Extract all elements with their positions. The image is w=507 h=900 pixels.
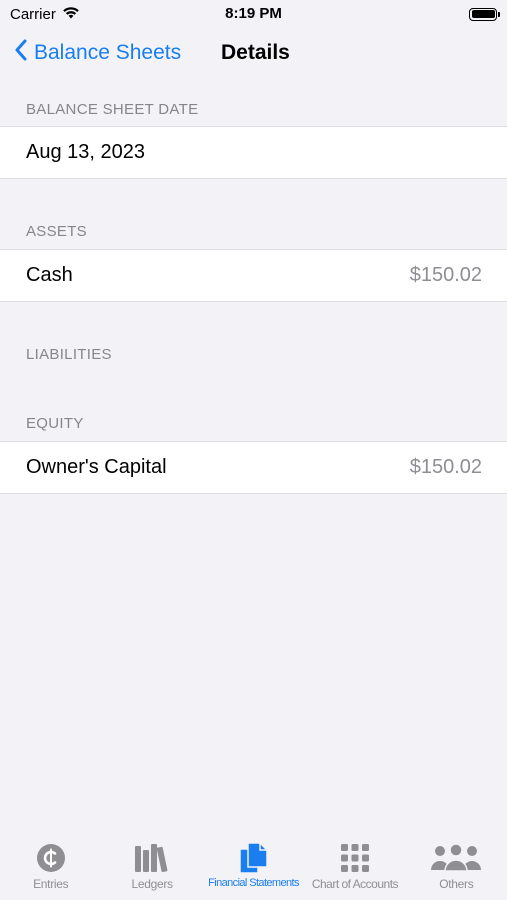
page-title: Details — [221, 41, 290, 64]
tab-label: Entries — [33, 877, 69, 891]
asset-amount: $150.02 — [409, 264, 482, 286]
tab-label: Others — [439, 877, 474, 891]
cent-circle-icon — [36, 841, 66, 875]
section-header-date: BALANCE SHEET DATE — [26, 101, 199, 118]
books-icon — [134, 841, 170, 875]
tab-financial-statements[interactable]: Financial Statements — [203, 836, 304, 900]
asset-label: Cash — [26, 264, 73, 286]
equity-label: Owner's Capital — [26, 456, 167, 478]
equity-amount: $150.02 — [409, 456, 482, 478]
tab-entries[interactable]: Entries — [0, 836, 101, 900]
section-header-equity: EQUITY — [26, 415, 84, 432]
tab-chart-of-accounts[interactable]: Chart of Accounts — [304, 836, 405, 900]
tab-bar: Entries Ledgers Financial Statements Cha… — [0, 836, 507, 900]
tab-label: Ledgers — [131, 877, 173, 891]
section-header-liabilities: LIABILITIES — [26, 346, 112, 363]
date-row[interactable]: Aug 13, 2023 — [0, 126, 507, 179]
back-button-label: Balance Sheets — [34, 41, 182, 64]
chevron-left-icon — [14, 39, 28, 67]
status-time: 8:19 PM — [225, 5, 282, 22]
equity-row-owners-capital[interactable]: Owner's Capital $150.02 — [0, 441, 507, 494]
back-button[interactable]: Balance Sheets — [14, 39, 181, 67]
tab-label: Financial Statements — [208, 877, 299, 889]
section-header-assets: ASSETS — [26, 223, 87, 240]
grid-icon — [340, 841, 370, 875]
navigation-bar: Balance Sheets Details — [0, 28, 507, 78]
tab-ledgers[interactable]: Ledgers — [101, 836, 202, 900]
asset-row-cash[interactable]: Cash $150.02 — [0, 249, 507, 302]
people-icon — [430, 841, 482, 875]
documents-icon — [238, 841, 270, 875]
tab-others[interactable]: Others — [406, 836, 507, 900]
date-value: Aug 13, 2023 — [26, 141, 145, 163]
tab-label: Chart of Accounts — [311, 877, 399, 891]
